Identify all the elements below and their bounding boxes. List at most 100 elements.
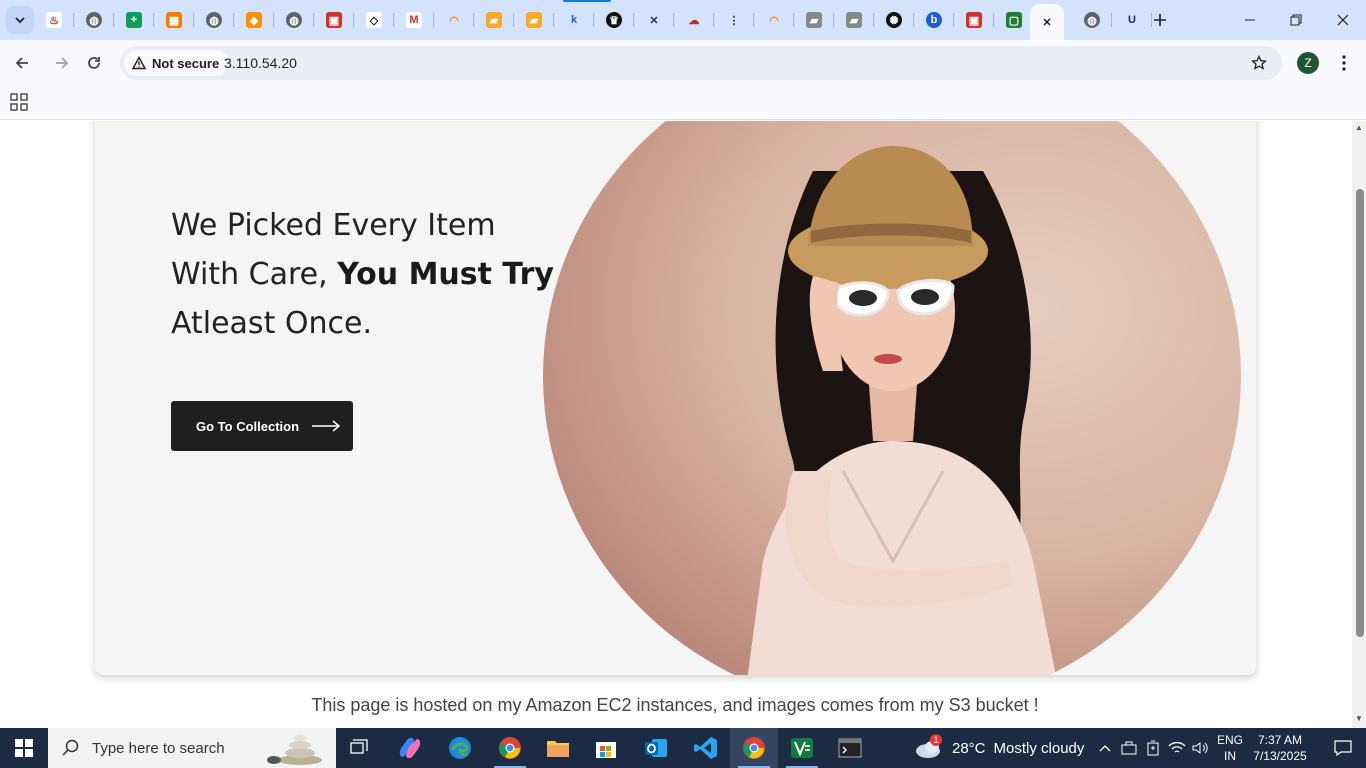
browser-tab[interactable]: U (1112, 6, 1152, 34)
headline-text-end: Atleast Once. (171, 306, 372, 341)
address-bar[interactable]: Not secure 3.110.54.20 (120, 46, 1282, 80)
browser-tab[interactable]: k (554, 6, 594, 34)
tab-search-button[interactable] (6, 6, 34, 34)
windows-taskbar: Type here to search 1 28°C Mostly cloudy… (0, 728, 1366, 768)
profile-avatar[interactable]: Z (1297, 52, 1319, 74)
weather-temperature: 28°C (952, 739, 986, 757)
orange-book-icon: ▰ (526, 12, 542, 28)
file-explorer-taskbar-button[interactable] (534, 728, 582, 768)
tab-loading-indicator (563, 0, 611, 2)
bookmarks-bar (0, 86, 1366, 120)
minimize-icon (1245, 19, 1255, 21)
task-view-button[interactable] (336, 728, 384, 768)
browser-tab[interactable]: ◆ (234, 6, 274, 34)
browser-menu-button[interactable] (1332, 50, 1356, 76)
browser-tab[interactable]: ▰ (514, 6, 554, 34)
store-taskbar-button[interactable] (582, 728, 630, 768)
weather-widget[interactable]: 1 28°C Mostly cloudy (914, 728, 1084, 768)
new-tab-button[interactable] (1148, 8, 1172, 32)
green-square-icon: ▢ (1006, 12, 1022, 28)
forward-button[interactable] (47, 48, 77, 78)
close-icon[interactable]: ✕ (1039, 14, 1055, 30)
vscode-taskbar-button[interactable] (682, 728, 730, 768)
browser-tab[interactable]: ◍ (1072, 6, 1112, 34)
weather-badge: 1 (930, 734, 942, 746)
reload-button[interactable] (79, 48, 109, 78)
browser-tab[interactable]: ◍ (194, 6, 234, 34)
system-clock[interactable]: 7:37 AM 7/13/2025 (1250, 732, 1310, 764)
browser-tab[interactable]: ▰ (834, 6, 874, 34)
browser-tab[interactable]: ◇ (354, 6, 394, 34)
scroll-down-arrow-icon[interactable]: ▼ (1355, 715, 1363, 723)
browser-tab[interactable]: ▢ (994, 6, 1034, 34)
model-illustration (747, 146, 1056, 675)
globe-icon: ◍ (286, 12, 302, 28)
browser-tab[interactable]: ▣ (314, 6, 354, 34)
volume-button[interactable] (1190, 728, 1212, 768)
network-button[interactable] (1166, 728, 1188, 768)
v-logo-icon (791, 738, 813, 758)
copilot-taskbar-button[interactable] (386, 728, 434, 768)
task-view-icon (350, 739, 368, 754)
scroll-up-arrow-icon[interactable]: ▲ (1355, 124, 1363, 132)
security-chip[interactable]: Not secure (124, 50, 230, 76)
chrome-taskbar-button[interactable] (730, 728, 778, 768)
orange-box-icon: ◆ (246, 12, 262, 28)
browser-tab[interactable]: M (394, 6, 434, 34)
lang-code: ENG (1216, 733, 1243, 747)
browser-tab[interactable]: ✕ (1030, 4, 1064, 40)
url-text[interactable]: 3.110.54.20 (224, 55, 297, 71)
close-window-button[interactable] (1320, 0, 1366, 40)
browser-tab[interactable]: + (114, 6, 154, 34)
apps-grid-button[interactable] (10, 93, 30, 113)
x-logo-icon: ✕ (649, 14, 659, 27)
cisco-icon: ⋮ (728, 14, 740, 27)
browser-tab[interactable]: b (914, 6, 954, 34)
chrome-icon (499, 737, 521, 759)
browser-tab[interactable]: ▰ (794, 6, 834, 34)
browser-tab[interactable]: ◍ (274, 6, 314, 34)
scrollbar-thumb[interactable] (1356, 189, 1364, 637)
browser-tab[interactable]: ▰ (474, 6, 514, 34)
veeam-taskbar-button[interactable] (778, 728, 826, 768)
browser-tab[interactable]: ◠ (754, 6, 794, 34)
notification-center-button[interactable] (1320, 728, 1366, 768)
browser-tab[interactable]: ◍ (74, 6, 114, 34)
chevron-down-icon (15, 17, 25, 24)
tray-overflow-button[interactable] (1094, 728, 1116, 768)
hosting-note: This page is hosted on my Amazon EC2 ins… (311, 695, 1039, 715)
search-icon (62, 739, 79, 756)
terminal-taskbar-button[interactable] (826, 728, 874, 768)
battery-button[interactable] (1142, 728, 1164, 768)
browser-tab[interactable]: ☁ (674, 6, 714, 34)
taskbar-search-box[interactable]: Type here to search (48, 728, 336, 768)
gmail-icon: M (406, 12, 422, 28)
browser-tab[interactable]: ✕ (634, 6, 674, 34)
restore-button[interactable] (1273, 0, 1319, 40)
browser-tab[interactable]: ⋮ (714, 6, 754, 34)
arrow-right-icon (312, 420, 341, 432)
tray-app-button[interactable] (1118, 728, 1140, 768)
bookmark-star-button[interactable] (1248, 52, 1270, 74)
go-to-collection-button[interactable]: Go To Collection (171, 401, 353, 451)
outlook-taskbar-button[interactable] (632, 728, 680, 768)
edge-taskbar-button[interactable] (436, 728, 484, 768)
input-language-indicator[interactable]: ENG IN (1212, 732, 1248, 764)
cta-label: Go To Collection (196, 418, 300, 434)
browser-tab[interactable]: ♨ (34, 6, 74, 34)
weather-cloud-icon: 1 (914, 734, 944, 760)
minimize-button[interactable] (1227, 0, 1273, 40)
browser-tab[interactable]: ◠ (434, 6, 474, 34)
speaker-icon (1192, 742, 1208, 754)
browser-tab[interactable]: ♛ (594, 6, 634, 34)
back-button[interactable] (7, 48, 37, 78)
start-button[interactable] (0, 728, 48, 768)
globe-icon: ◍ (86, 12, 102, 28)
browser-tab[interactable]: ▦ (154, 6, 194, 34)
browser-tab[interactable]: ▣ (954, 6, 994, 34)
chrome-icon (743, 737, 765, 759)
page-scrollbar[interactable]: ▲ ▼ (1352, 121, 1366, 728)
chrome-profile-taskbar-button[interactable] (486, 728, 534, 768)
close-icon (1337, 14, 1349, 26)
browser-tab[interactable]: ✺ (874, 6, 914, 34)
